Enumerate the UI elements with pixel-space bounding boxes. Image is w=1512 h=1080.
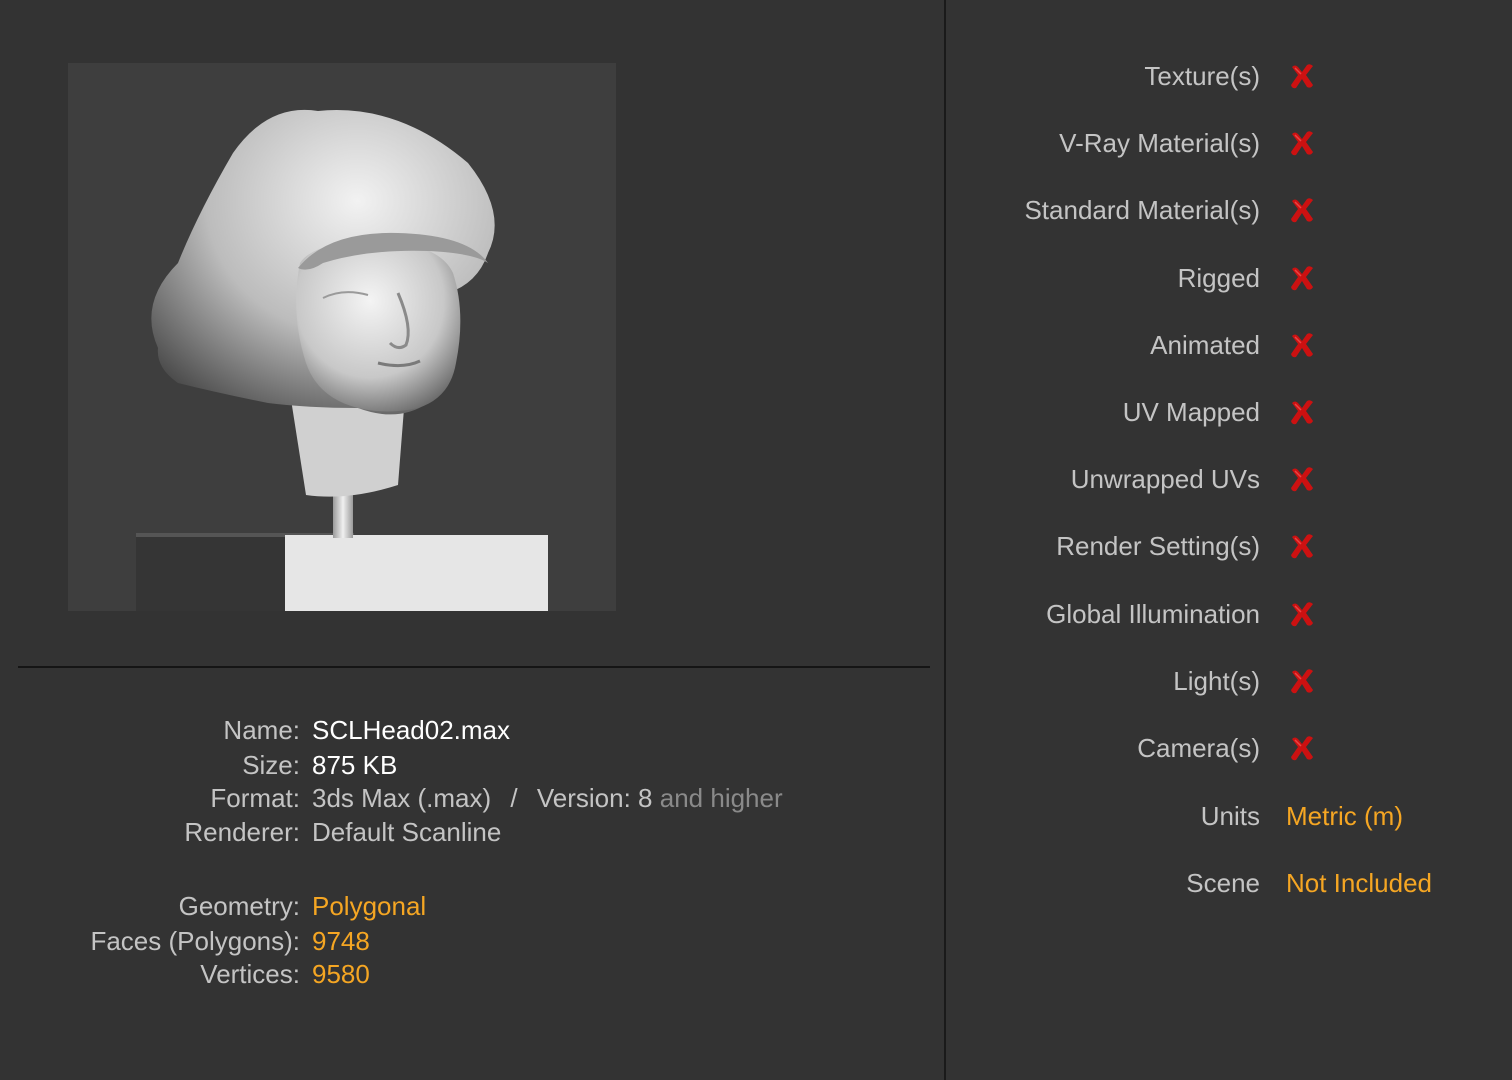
units-label: Units — [1200, 801, 1260, 831]
units-row: Units Metric (m) — [946, 796, 1512, 836]
renderer-label: Renderer: — [184, 817, 300, 847]
feature-row: Global Illumination — [946, 594, 1512, 634]
feature-label: Texture(s) — [1144, 61, 1260, 91]
left-panel: Name: SCLHead02.max Size: 875 KB Format:… — [0, 0, 944, 1080]
feature-row: Render Setting(s) — [946, 526, 1512, 566]
feature-label: Light(s) — [1173, 666, 1260, 696]
feature-label: V-Ray Material(s) — [1059, 128, 1260, 158]
red-x-icon — [1286, 732, 1318, 764]
info-row-vertices: Vertices: 9580 — [0, 957, 944, 991]
size-value: 875 KB — [312, 750, 398, 780]
feature-label: Unwrapped UVs — [1070, 464, 1260, 494]
feature-label: Global Illumination — [1046, 599, 1260, 629]
format-value-group: 3ds Max (.max) / Version: 8 and higher — [312, 781, 783, 815]
version-value: 8 — [638, 783, 653, 813]
info-row-renderer: Renderer: Default Scanline — [0, 815, 944, 849]
feature-label: Camera(s) — [1137, 733, 1260, 763]
faces-value: 9748 — [312, 926, 370, 956]
feature-label: Animated — [1150, 330, 1260, 360]
feature-row: Light(s) — [946, 661, 1512, 701]
feature-row: Unwrapped UVs — [946, 459, 1512, 499]
format-label: Format: — [210, 783, 300, 813]
features-panel: Texture(s) V-Ray Material(s) Standard Mate… — [946, 0, 1512, 1080]
red-x-icon — [1286, 665, 1318, 697]
info-row-size: Size: 875 KB — [0, 748, 944, 782]
name-value: SCLHead02.max — [312, 715, 510, 745]
info-row-name: Name: SCLHead02.max — [0, 713, 944, 747]
red-x-icon — [1286, 463, 1318, 495]
feature-label: UV Mapped — [1122, 397, 1260, 427]
red-x-icon — [1286, 127, 1318, 159]
red-x-icon — [1286, 262, 1318, 294]
info-row-geometry: Geometry: Polygonal — [0, 889, 944, 923]
red-x-icon — [1286, 60, 1318, 92]
red-x-icon — [1286, 194, 1318, 226]
feature-row: UV Mapped — [946, 392, 1512, 432]
geometry-label: Geometry: — [178, 891, 300, 921]
feature-row: Standard Material(s) — [946, 190, 1512, 230]
scene-row: Scene Not Included — [946, 863, 1512, 903]
model-preview-image — [68, 63, 616, 611]
red-x-icon — [1286, 329, 1318, 361]
faces-label: Faces (Polygons): — [90, 926, 300, 956]
scene-value: Not Included — [1286, 868, 1432, 898]
format-value: 3ds Max (.max) — [312, 783, 492, 813]
red-x-icon — [1286, 396, 1318, 428]
vertices-label: Vertices: — [200, 959, 300, 989]
renderer-value: Default Scanline — [312, 817, 502, 847]
feature-row: Animated — [946, 325, 1512, 365]
name-label: Name: — [223, 715, 300, 745]
feature-label: Standard Material(s) — [1024, 195, 1260, 225]
vertices-value: 9580 — [312, 959, 370, 989]
feature-row: Rigged — [946, 258, 1512, 298]
version-label: Version: — [536, 783, 631, 813]
bust-render — [68, 63, 616, 611]
format-separator: / — [510, 783, 518, 813]
red-x-icon — [1286, 530, 1318, 562]
info-row-faces: Faces (Polygons): 9748 — [0, 924, 944, 958]
red-x-icon — [1286, 598, 1318, 630]
info-row-format: Format: 3ds Max (.max) / Version: 8 and … — [0, 781, 944, 815]
scene-label: Scene — [1186, 868, 1260, 898]
feature-label: Rigged — [1177, 263, 1260, 293]
size-label: Size: — [242, 750, 300, 780]
feature-row: Texture(s) — [946, 56, 1512, 96]
feature-row: Camera(s) — [946, 728, 1512, 768]
feature-row: V-Ray Material(s) — [946, 123, 1512, 163]
geometry-value: Polygonal — [312, 891, 427, 921]
units-value: Metric (m) — [1286, 801, 1403, 831]
version-suffix: and higher — [659, 783, 783, 813]
feature-label: Render Setting(s) — [1056, 531, 1260, 561]
section-divider — [18, 666, 930, 668]
